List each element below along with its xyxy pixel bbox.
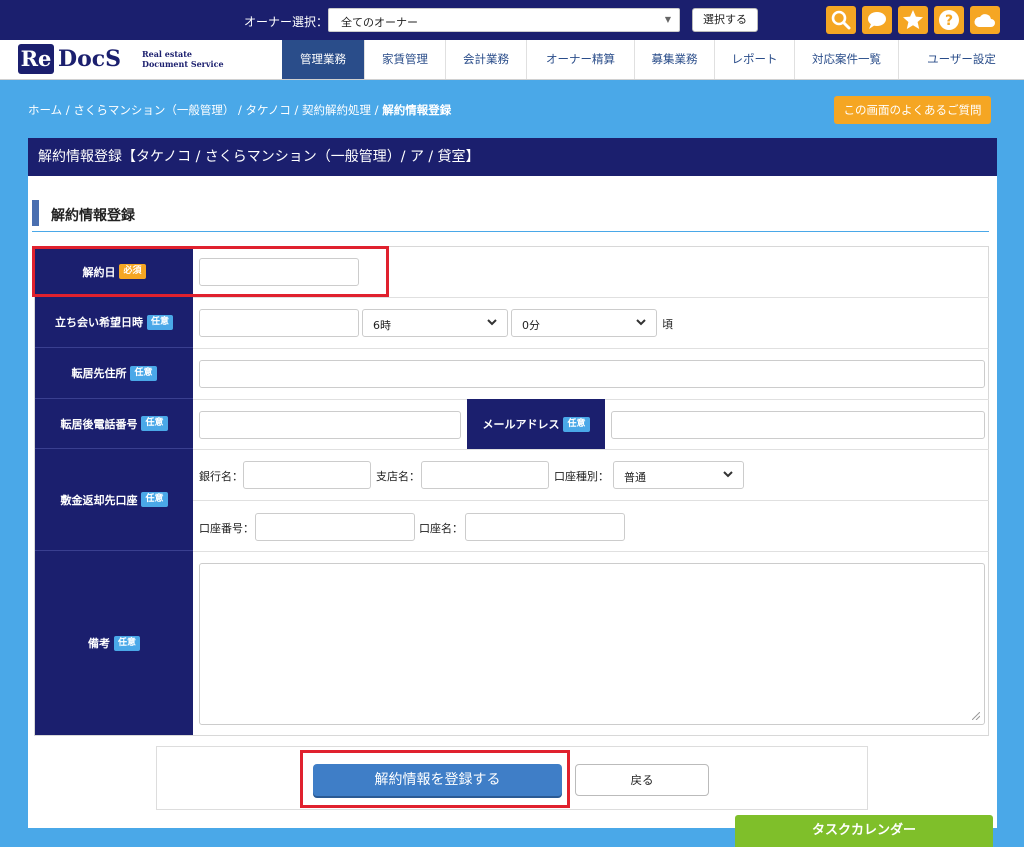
nav-item-report[interactable]: レポート bbox=[714, 40, 794, 79]
cancel-date-input[interactable] bbox=[199, 258, 359, 286]
page-title: 解約情報登録【タケノコ / さくらマンション（一般管理）/ ア / 貸室】 bbox=[28, 138, 997, 176]
chevron-down-icon bbox=[487, 319, 497, 326]
remarks-label: 備考 任意 bbox=[35, 551, 193, 735]
breadcrumb-separator: / bbox=[371, 103, 383, 117]
refund-account-label-text: 敷金返却先口座 bbox=[60, 493, 138, 507]
star-icon[interactable] bbox=[898, 6, 928, 34]
visit-date-input[interactable] bbox=[199, 309, 359, 337]
nav-item-recruitment[interactable]: 募集業務 bbox=[634, 40, 714, 79]
breadcrumb: ホーム / さくらマンション（一般管理） / タケノコ / 契約解約処理 / 解… bbox=[28, 102, 451, 118]
remarks-label-text: 備考 bbox=[87, 637, 110, 650]
resize-handle-icon[interactable] bbox=[972, 712, 980, 720]
account-type-label: 口座種別： bbox=[554, 470, 609, 483]
required-badge: 必須 bbox=[119, 264, 146, 279]
email-label-text: メールアドレス bbox=[482, 418, 560, 431]
back-button[interactable]: 戻る bbox=[575, 764, 709, 796]
email-label: メールアドレス 任意 bbox=[467, 399, 605, 449]
nav-item-rent[interactable]: 家賃管理 bbox=[364, 40, 445, 79]
account-type-value: 普通 bbox=[624, 471, 646, 484]
main-panel: 解約情報登録【タケノコ / さくらマンション（一般管理）/ ア / 貸室】 解約… bbox=[28, 138, 997, 828]
logo-re: Re bbox=[18, 44, 54, 74]
nav-item-user-settings[interactable]: ユーザー設定 bbox=[898, 40, 1024, 79]
dropdown-arrow-icon: ▼ bbox=[664, 15, 671, 24]
remarks-textarea[interactable] bbox=[199, 563, 985, 725]
select-owner-button[interactable]: 選択する bbox=[692, 8, 758, 32]
account-number-label: 口座番号： bbox=[199, 522, 254, 535]
visit-hour-select[interactable]: 6時 bbox=[362, 309, 508, 337]
breadcrumb-separator: / bbox=[290, 103, 303, 117]
button-area: 解約情報を登録する 戻る bbox=[156, 746, 868, 810]
email-input[interactable] bbox=[611, 411, 985, 439]
bank-name-label: 銀行名： bbox=[199, 470, 243, 483]
breadcrumb-home[interactable]: ホーム bbox=[28, 103, 62, 117]
cancel-date-label-text: 解約日 bbox=[82, 265, 116, 279]
section-title: 解約情報登録 bbox=[32, 200, 989, 232]
optional-badge: 任意 bbox=[563, 416, 590, 432]
chevron-down-icon bbox=[636, 319, 646, 326]
nav-item-accounting[interactable]: 会計業務 bbox=[445, 40, 526, 79]
owner-select-value: 全てのオーナー bbox=[341, 16, 418, 29]
account-name-label: 口座名： bbox=[419, 522, 463, 535]
nav-item-owner-settlement[interactable]: オーナー精算 bbox=[526, 40, 634, 79]
optional-badge: 任意 bbox=[141, 416, 168, 431]
cloud-icon[interactable] bbox=[970, 6, 1000, 34]
visit-hour-value: 6時 bbox=[373, 319, 391, 332]
visit-datetime-label: 立ち会い希望日時 任意 bbox=[35, 297, 193, 348]
optional-badge: 任意 bbox=[146, 314, 173, 330]
svg-text:?: ? bbox=[945, 13, 953, 29]
nav-item-management[interactable]: 管理業務 bbox=[282, 40, 364, 79]
section-title-bar bbox=[32, 200, 39, 226]
account-number-input[interactable] bbox=[255, 513, 415, 541]
branch-name-input[interactable] bbox=[421, 461, 549, 489]
visit-minute-select[interactable]: 0分 bbox=[511, 309, 657, 337]
logo-subtitle-line2: Document Service bbox=[142, 59, 224, 69]
breadcrumb-contract[interactable]: 契約解約処理 bbox=[302, 103, 371, 117]
optional-badge: 任意 bbox=[130, 365, 157, 381]
main-nav: Re DocS Real estate Document Service 管理業… bbox=[0, 40, 1024, 80]
new-address-input[interactable] bbox=[199, 360, 985, 388]
row-divider bbox=[193, 551, 989, 552]
new-address-label-text: 転居先住所 bbox=[71, 367, 127, 380]
help-icon[interactable]: ? bbox=[934, 6, 964, 34]
new-phone-input[interactable] bbox=[199, 411, 461, 439]
logo-subtitle-line1: Real estate bbox=[142, 49, 193, 59]
owner-select-label: オーナー選択： bbox=[244, 15, 329, 29]
account-type-select[interactable]: 普通 bbox=[613, 461, 744, 489]
account-name-input[interactable] bbox=[465, 513, 625, 541]
owner-select[interactable]: 全てのオーナー ▼ bbox=[328, 8, 680, 32]
new-phone-label: 転居後電話番号 任意 bbox=[35, 399, 193, 449]
row-divider bbox=[193, 500, 989, 501]
task-calendar-button[interactable]: タスクカレンダー bbox=[735, 815, 993, 847]
breadcrumb-property[interactable]: さくらマンション（一般管理） bbox=[73, 103, 234, 117]
chevron-down-icon bbox=[723, 471, 733, 478]
logo-docs: DocS bbox=[58, 46, 122, 72]
optional-badge: 任意 bbox=[141, 492, 168, 507]
logo-subtitle: Real estate Document Service bbox=[142, 49, 232, 69]
chat-icon[interactable] bbox=[862, 6, 892, 34]
visit-time-suffix: 頃 bbox=[662, 318, 673, 331]
breadcrumb-tenant[interactable]: タケノコ bbox=[246, 103, 291, 117]
cancellation-form: 解約日 必須 立ち会い希望日時 任意 6時 0分 頃 転居先住所 任意 転居後電話番号… bbox=[34, 246, 989, 736]
faq-button[interactable]: この画面のよくあるご質問 bbox=[834, 96, 991, 124]
search-icon[interactable] bbox=[826, 6, 856, 34]
branch-name-label: 支店名： bbox=[376, 470, 420, 483]
new-phone-label-text: 転居後電話番号 bbox=[60, 417, 138, 431]
breadcrumb-separator: / bbox=[62, 103, 74, 117]
section-title-text: 解約情報登録 bbox=[51, 208, 135, 224]
row-divider bbox=[193, 348, 989, 349]
optional-badge: 任意 bbox=[113, 635, 140, 651]
breadcrumb-current: 解約情報登録 bbox=[382, 103, 452, 117]
breadcrumb-separator: / bbox=[234, 103, 246, 117]
row-divider bbox=[193, 297, 989, 298]
submit-cancellation-button[interactable]: 解約情報を登録する bbox=[313, 764, 562, 796]
visit-datetime-label-text: 立ち会い希望日時 bbox=[54, 316, 143, 329]
top-bar: オーナー選択： 全てのオーナー ▼ 選択する ? bbox=[0, 0, 1024, 40]
row-divider bbox=[193, 449, 989, 450]
cancel-date-label: 解約日 必須 bbox=[35, 247, 193, 297]
refund-account-label: 敷金返却先口座 任意 bbox=[35, 449, 193, 551]
nav-item-cases[interactable]: 対応案件一覧 bbox=[794, 40, 898, 79]
new-address-label: 転居先住所 任意 bbox=[35, 348, 193, 399]
bank-name-input[interactable] bbox=[243, 461, 371, 489]
visit-minute-value: 0分 bbox=[522, 319, 540, 332]
